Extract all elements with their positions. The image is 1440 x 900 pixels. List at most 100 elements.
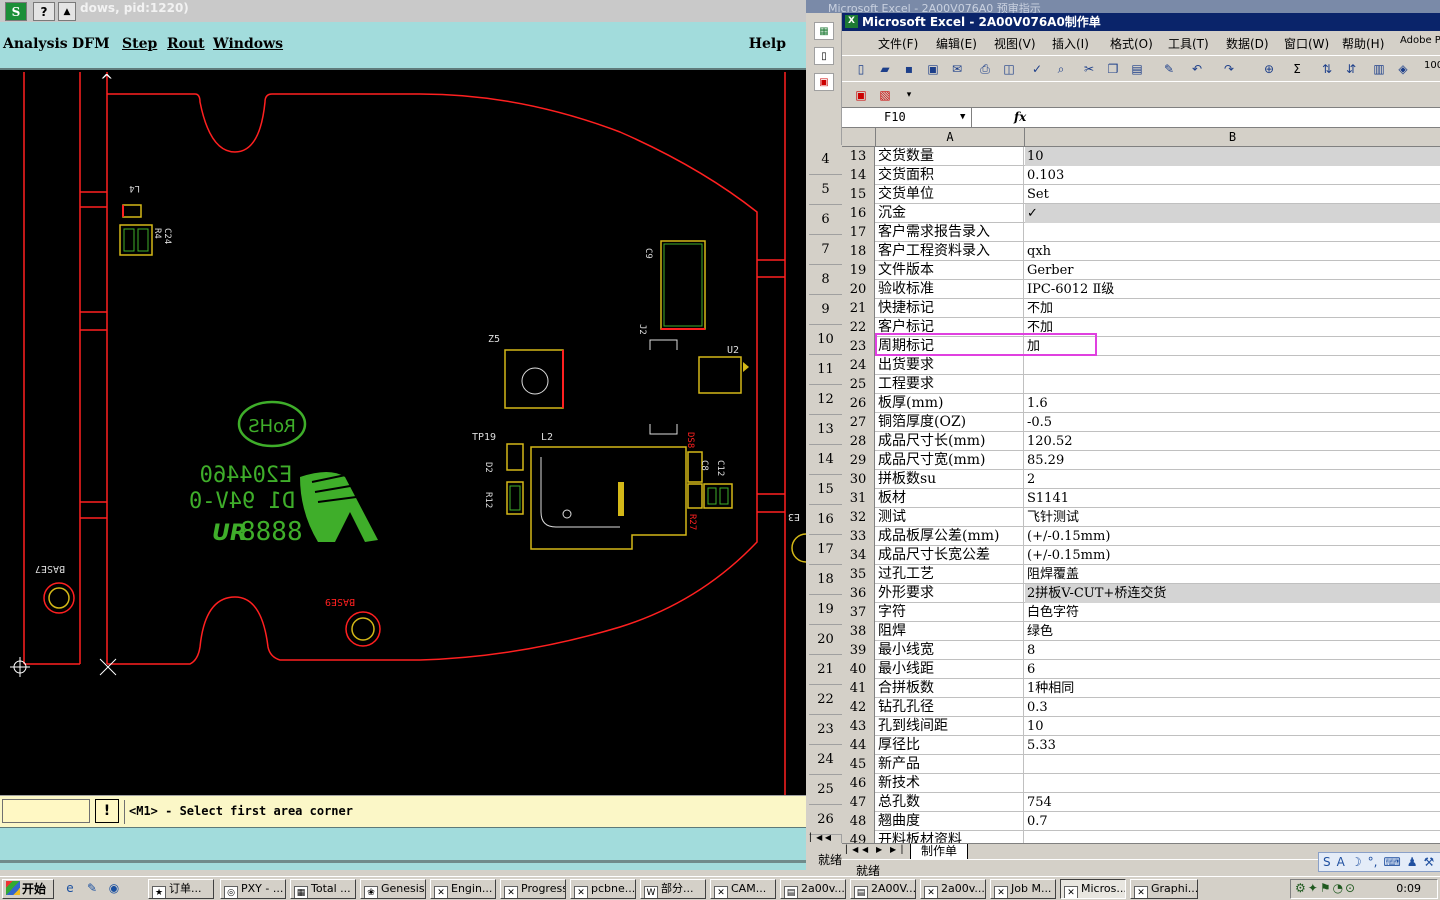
select-all-corner[interactable] xyxy=(842,128,876,147)
row-number[interactable]: 25 xyxy=(842,375,875,394)
row-number[interactable]: 13 xyxy=(842,147,875,166)
cell-b[interactable]: 阻焊覆盖 xyxy=(1025,565,1440,584)
cell-a[interactable]: 客户需求报告录入 xyxy=(876,223,1024,242)
cell-a[interactable]: 成品尺寸长(mm) xyxy=(876,432,1024,451)
background-excel-titlebar[interactable]: Microsoft Excel - 2A00V076A0 预审指示 xyxy=(806,0,1440,13)
cell-a[interactable]: 拼板数su xyxy=(876,470,1024,489)
row-number[interactable]: 34 xyxy=(842,546,875,565)
notepad-icon[interactable]: ✎ xyxy=(84,880,100,896)
excel-icon[interactable]: ▦ xyxy=(814,22,834,40)
cell-b[interactable]: 6 xyxy=(1025,660,1440,679)
media-icon[interactable]: ◉ xyxy=(106,880,122,896)
cell-a[interactable]: 最小线宽 xyxy=(876,641,1024,660)
email-icon[interactable]: ✉ xyxy=(948,60,966,78)
cell-b[interactable]: 0.103 xyxy=(1025,166,1440,185)
row-number[interactable]: 20 xyxy=(842,280,875,299)
row-number[interactable]: 19 xyxy=(842,261,875,280)
cell-b[interactable]: 0.7 xyxy=(1025,812,1440,831)
cell-a[interactable]: 交货单位 xyxy=(876,185,1024,204)
ie-icon[interactable]: e xyxy=(62,880,78,896)
warning-icon[interactable]: ! xyxy=(95,799,119,823)
ime-icon[interactable]: S xyxy=(1323,855,1331,869)
menu-step[interactable]: Step xyxy=(122,36,157,52)
start-button[interactable]: 开始 xyxy=(2,879,54,899)
name-box[interactable]: F10 ▼ xyxy=(842,108,972,127)
pdf-icon[interactable]: ▣ xyxy=(814,73,834,91)
cell-b[interactable]: 不加 xyxy=(1025,299,1440,318)
font-icon[interactable]: A xyxy=(1337,855,1345,869)
row-number[interactable]: 42 xyxy=(842,698,875,717)
cell-b[interactable]: 120.52 xyxy=(1025,432,1440,451)
row-number[interactable]: 23 xyxy=(842,337,875,356)
menu-edit[interactable]: 编辑(E) xyxy=(936,35,977,52)
sort-descending-icon[interactable]: ⇵ xyxy=(1342,60,1360,78)
menu-insert[interactable]: 插入(I) xyxy=(1052,35,1089,52)
row-number[interactable]: 38 xyxy=(842,622,875,641)
taskbar-button[interactable]: ★ 订单... xyxy=(148,879,214,899)
cell-a[interactable]: 成品板厚公差(mm) xyxy=(876,527,1024,546)
cell-a[interactable]: 最小线距 xyxy=(876,660,1024,679)
menu-help[interactable]: 帮助(H) xyxy=(1342,35,1384,52)
next-sheet-icon[interactable]: ▶ xyxy=(876,845,882,854)
sheet-tab[interactable]: 制作单 xyxy=(910,844,969,860)
cell-a[interactable]: 客户工程资料录入 xyxy=(876,242,1024,261)
row-number[interactable]: 15 xyxy=(842,185,875,204)
menu-adobe[interactable]: Adobe P xyxy=(1400,35,1440,46)
cell-a[interactable]: 快捷标记 xyxy=(876,299,1024,318)
cut-icon[interactable]: ✂ xyxy=(1080,60,1098,78)
menu-data[interactable]: 数据(D) xyxy=(1226,35,1269,52)
new-icon[interactable]: ▯ xyxy=(852,60,870,78)
save-icon[interactable]: ▪ xyxy=(900,60,918,78)
cell-a[interactable]: 开料板材资料 xyxy=(876,831,1024,843)
chart-wizard-icon[interactable]: ▥ xyxy=(1370,60,1388,78)
row-number[interactable]: 30 xyxy=(842,470,875,489)
menu-analysis[interactable]: Analysis xyxy=(3,36,68,52)
cell-b[interactable]: 85.29 xyxy=(1025,451,1440,470)
row-number[interactable]: 17 xyxy=(842,223,875,242)
cell-b[interactable] xyxy=(1025,774,1440,793)
menu-format[interactable]: 格式(O) xyxy=(1110,35,1153,52)
cell-b[interactable] xyxy=(1025,831,1440,843)
help-question-icon[interactable]: ? xyxy=(33,2,55,21)
cell-a[interactable]: 文件版本 xyxy=(876,261,1024,280)
drawing-icon[interactable]: ◈ xyxy=(1394,60,1412,78)
toolbar-options-icon[interactable]: ▾ xyxy=(900,86,918,104)
menu-dfm[interactable]: DFM xyxy=(72,36,110,52)
cell-b[interactable]: 8 xyxy=(1025,641,1440,660)
sheet-nav-arrows[interactable]: ▏◀ ◀ xyxy=(810,833,831,842)
menu-windows[interactable]: Windows xyxy=(213,36,283,52)
cell-b[interactable]: ✓ xyxy=(1025,204,1440,223)
cell-b[interactable]: 飞针测试 xyxy=(1025,508,1440,527)
permission-icon[interactable]: ▣ xyxy=(924,60,942,78)
tray-icons[interactable]: ⚙✦⚑◔⊙ xyxy=(1295,881,1357,895)
paste-icon[interactable]: ▤ xyxy=(1128,60,1146,78)
row-number[interactable]: 49 xyxy=(842,831,875,843)
taskbar-button[interactable]: ✕ Micros... xyxy=(1060,879,1126,899)
cell-a[interactable]: 厚径比 xyxy=(876,736,1024,755)
cell-a[interactable]: 工程要求 xyxy=(876,375,1024,394)
row-number[interactable]: 47 xyxy=(842,793,875,812)
cell-b[interactable]: 绿色 xyxy=(1025,622,1440,641)
row-number[interactable]: 41 xyxy=(842,679,875,698)
taskbar-button[interactable]: ✕ Engin... xyxy=(430,879,496,899)
punctuation-icon[interactable]: °, xyxy=(1368,855,1378,869)
language-bar[interactable]: S A ☽ °, ⌨ ♟ ⚒ xyxy=(1318,852,1440,872)
cell-a[interactable]: 交货面积 xyxy=(876,166,1024,185)
cell-b[interactable]: 白色字符 xyxy=(1025,603,1440,622)
cell-a[interactable]: 板厚(mm) xyxy=(876,394,1024,413)
taskbar-button[interactable]: ✕ Job M... xyxy=(990,879,1056,899)
row-number[interactable]: 16 xyxy=(842,204,875,223)
row-number[interactable]: 24 xyxy=(842,356,875,375)
cell-b[interactable]: Set xyxy=(1025,185,1440,204)
taskbar-button[interactable]: ✕ pcbne... xyxy=(570,879,636,899)
cell-a[interactable]: 板材 xyxy=(876,489,1024,508)
taskbar-button[interactable]: ▤ 2a00v... xyxy=(780,879,846,899)
row-number[interactable]: 21 xyxy=(842,299,875,318)
new-doc-icon[interactable]: ▯ xyxy=(814,47,834,65)
cell-b[interactable]: 1.6 xyxy=(1025,394,1440,413)
keyboard-icon[interactable]: ⌨ xyxy=(1383,855,1400,869)
row-number[interactable]: 33 xyxy=(842,527,875,546)
cell-a[interactable]: 孔到线间距 xyxy=(876,717,1024,736)
cell-a[interactable]: 字符 xyxy=(876,603,1024,622)
column-header-a[interactable]: A xyxy=(876,128,1025,147)
